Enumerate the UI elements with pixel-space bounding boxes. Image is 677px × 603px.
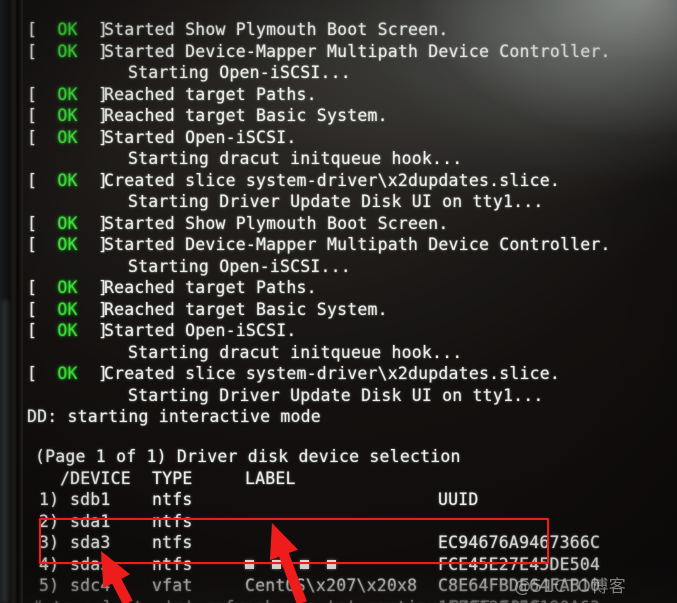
device-row-name[interactable]: sda5 <box>70 555 111 574</box>
boot-status-tag: [ OK ] <box>27 213 109 233</box>
boot-log-line: Starting Driver Update Disk UI on tty1..… <box>128 192 544 211</box>
device-row-type[interactable]: ntfs <box>152 555 193 574</box>
device-selection-title: (Page 1 of 1) Driver disk device selecti… <box>35 447 461 466</box>
boot-status-tag: [ OK ] <box>27 299 109 319</box>
boot-console-screen: [ OK ] Started Show Plymouth Boot Screen.… <box>0 0 677 603</box>
boot-log-line: Starting Driver Update Disk UI on tty1..… <box>128 385 544 405</box>
device-row-index[interactable]: 5) <box>39 576 59 595</box>
device-row-name[interactable]: sda3 <box>70 533 111 552</box>
device-row-name[interactable]: sdb1 <box>70 490 111 509</box>
boot-log-line: Starting Open-iSCSI... <box>128 256 351 276</box>
boot-status-tag: [ OK ] <box>27 84 109 104</box>
device-row-type[interactable]: ntfs <box>152 512 193 531</box>
unrenderable-glyph-box <box>272 559 281 569</box>
table-header-device: /DEVICE <box>60 468 131 488</box>
device-row-name[interactable]: sdc4 <box>70 576 111 595</box>
unrenderable-glyph-box <box>300 559 309 569</box>
dd-interactive-mode-line: DD: starting interactive mode <box>27 407 321 426</box>
boot-log-line: Reached target Basic System. <box>104 106 388 125</box>
boot-log-line: Started Show Plymouth Boot Screen. <box>104 20 449 39</box>
boot-status-tag: [ OK ] <box>27 41 109 61</box>
boot-log-line: Starting Open-iSCSI... <box>128 63 351 82</box>
boot-log-line: Reached target Paths. <box>104 278 317 297</box>
device-selection-prompt[interactable]: # to select, 'r'-refresh, or 'c'-continu… <box>32 598 458 603</box>
device-row-uuid[interactable]: FCE45E27E45DE504 <box>438 555 600 574</box>
device-row-uuid[interactable]: EC94676A9467366C <box>438 533 600 552</box>
device-row-type[interactable]: ntfs <box>152 533 193 552</box>
boot-log-line: Started Open-iSCSI. <box>104 127 297 147</box>
console-output: [ OK ] Started Show Plymouth Boot Screen.… <box>0 0 677 603</box>
unrenderable-glyph-box <box>327 559 336 569</box>
boot-log-line: Created slice system-driver\x2dupdates.s… <box>104 170 561 190</box>
device-row-name[interactable]: sda1 <box>70 512 111 531</box>
boot-log-line: Started Show Plymouth Boot Screen. <box>104 213 449 233</box>
boot-log-line: Created slice system-driver\x2dupdates.s… <box>104 364 561 383</box>
boot-log-line: Started Device-Mapper Multipath Device C… <box>104 235 611 254</box>
device-row-type[interactable]: vfat <box>152 576 193 595</box>
unrenderable-glyph-box <box>245 559 254 569</box>
boot-log-line: Reached target Paths. <box>104 84 317 104</box>
boot-status-tag: [ OK ] <box>27 321 109 340</box>
boot-log-line: Starting dracut initqueue hook... <box>128 342 463 362</box>
monitor-bezel-highlight <box>3 300 12 603</box>
boot-status-tag: [ OK ] <box>27 364 109 383</box>
boot-status-tag: [ OK ] <box>27 170 109 190</box>
table-header-type: TYPE <box>152 468 193 488</box>
boot-log-line: Starting dracut initqueue hook... <box>128 149 463 168</box>
boot-status-tag: [ OK ] <box>27 106 109 125</box>
boot-status-tag: [ OK ] <box>27 127 109 147</box>
boot-status-tag: [ OK ] <box>27 278 109 297</box>
table-header-uuid: UUID <box>438 490 479 509</box>
table-header-label: LABEL <box>245 468 296 488</box>
device-row-label[interactable]: CentOS\x207\x20x8 <box>245 576 417 595</box>
boot-log-line: Started Open-iSCSI. <box>104 321 297 340</box>
device-row-index[interactable]: 2) <box>39 512 59 531</box>
device-row-uuid-trailing: B4FE-5315 <box>450 598 541 603</box>
boot-status-tag: [ OK ] <box>27 20 109 39</box>
device-row-index[interactable]: 4) <box>39 555 59 574</box>
device-row-index[interactable]: 3) <box>39 533 59 552</box>
watermark-label: @51CTO博客 <box>514 577 627 597</box>
boot-status-tag: [ OK ] <box>27 235 109 254</box>
boot-log-line: Started Device-Mapper Multipath Device C… <box>104 41 611 61</box>
device-row-type[interactable]: ntfs <box>152 490 193 509</box>
device-row-index[interactable]: 1) <box>39 490 59 509</box>
boot-log-line: Reached target Basic System. <box>104 299 388 319</box>
